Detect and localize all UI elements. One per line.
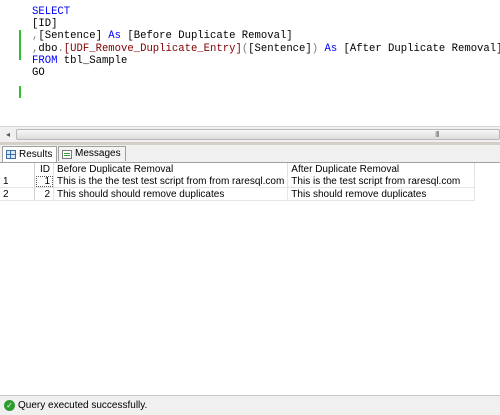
cell-id[interactable]: 1 bbox=[34, 175, 54, 188]
messages-icon bbox=[62, 149, 72, 159]
code-token: dbo bbox=[38, 42, 58, 55]
table-header-row: ID Before Duplicate Removal After Duplic… bbox=[0, 163, 476, 175]
code-line[interactable]: FROM tbl_Sample bbox=[32, 55, 500, 67]
row-number[interactable]: 1 bbox=[0, 175, 35, 188]
row-number[interactable]: 2 bbox=[0, 187, 35, 201]
cell-before[interactable]: This should should remove duplicates bbox=[53, 187, 289, 201]
sql-editor[interactable]: SELECT [ID] ,[Sentence] As [Before Duplica… bbox=[0, 0, 500, 126]
status-bar: ✓ Query executed successfully. bbox=[0, 395, 500, 415]
tab-messages-label: Messages bbox=[75, 148, 121, 159]
code-token: [After Duplicate Removal] bbox=[337, 42, 500, 55]
table-row[interactable]: 2 2 This should should remove duplicates… bbox=[0, 187, 476, 201]
code-token: SELECT bbox=[32, 6, 71, 18]
code-token: As bbox=[324, 42, 338, 55]
code-line[interactable]: ,[Sentence] As [Before Duplicate Removal… bbox=[32, 30, 500, 42]
code-line[interactable]: ,dbo.[UDF_Remove_Duplicate_Entry]([Sente… bbox=[32, 43, 500, 55]
results-grid[interactable]: ID Before Duplicate Removal After Duplic… bbox=[0, 162, 500, 395]
scrollbar-thumb[interactable]: III bbox=[16, 129, 500, 140]
grid-icon bbox=[6, 150, 16, 159]
code-token: [Sentence] bbox=[38, 30, 109, 43]
results-table: ID Before Duplicate Removal After Duplic… bbox=[0, 163, 476, 201]
code-token: [UDF_Remove_Duplicate_Entry] bbox=[63, 42, 242, 55]
scroll-left-arrow-icon[interactable]: ◂ bbox=[0, 127, 16, 142]
code-token: [ID] bbox=[32, 18, 58, 31]
code-token: FROM bbox=[32, 54, 58, 67]
code-token: tbl_Sample bbox=[57, 54, 128, 67]
cell-id[interactable]: 2 bbox=[34, 187, 54, 201]
editor-horizontal-scrollbar[interactable]: ◂ III bbox=[0, 126, 500, 142]
code-token: As bbox=[108, 30, 122, 43]
cell-before[interactable]: This is the the test test script from fr… bbox=[53, 175, 289, 188]
cell-after[interactable]: This is the test script from raresql.com bbox=[287, 175, 476, 188]
column-header-id[interactable]: ID bbox=[34, 163, 54, 175]
column-header-before[interactable]: Before Duplicate Removal bbox=[53, 163, 289, 175]
tab-results-label: Results bbox=[19, 148, 53, 160]
results-tab-strip: Results Messages bbox=[0, 145, 500, 162]
tab-results[interactable]: Results bbox=[2, 146, 58, 162]
status-text: Query executed successfully. bbox=[18, 399, 148, 411]
row-number-header[interactable] bbox=[0, 163, 35, 175]
table-row[interactable]: 1 1 This is the the test test script fro… bbox=[0, 175, 476, 188]
sql-code[interactable]: SELECT [ID] ,[Sentence] As [Before Duplica… bbox=[32, 6, 500, 79]
code-line[interactable]: SELECT bbox=[32, 6, 500, 18]
check-icon: ✓ bbox=[4, 400, 15, 411]
code-token: [Before Duplicate Removal] bbox=[121, 30, 293, 43]
column-header-after[interactable]: After Duplicate Removal bbox=[287, 163, 476, 175]
tab-messages[interactable]: Messages bbox=[58, 146, 126, 161]
changed-lines-marker bbox=[19, 86, 21, 98]
changed-lines-marker bbox=[19, 30, 21, 60]
code-token: [Sentence] bbox=[248, 42, 312, 55]
scrollbar-grip: III bbox=[435, 130, 440, 139]
code-token: GO bbox=[32, 66, 45, 79]
code-line[interactable]: GO bbox=[32, 67, 500, 79]
cell-after[interactable]: This should remove duplicates bbox=[287, 187, 476, 201]
code-line[interactable]: [ID] bbox=[32, 18, 500, 30]
